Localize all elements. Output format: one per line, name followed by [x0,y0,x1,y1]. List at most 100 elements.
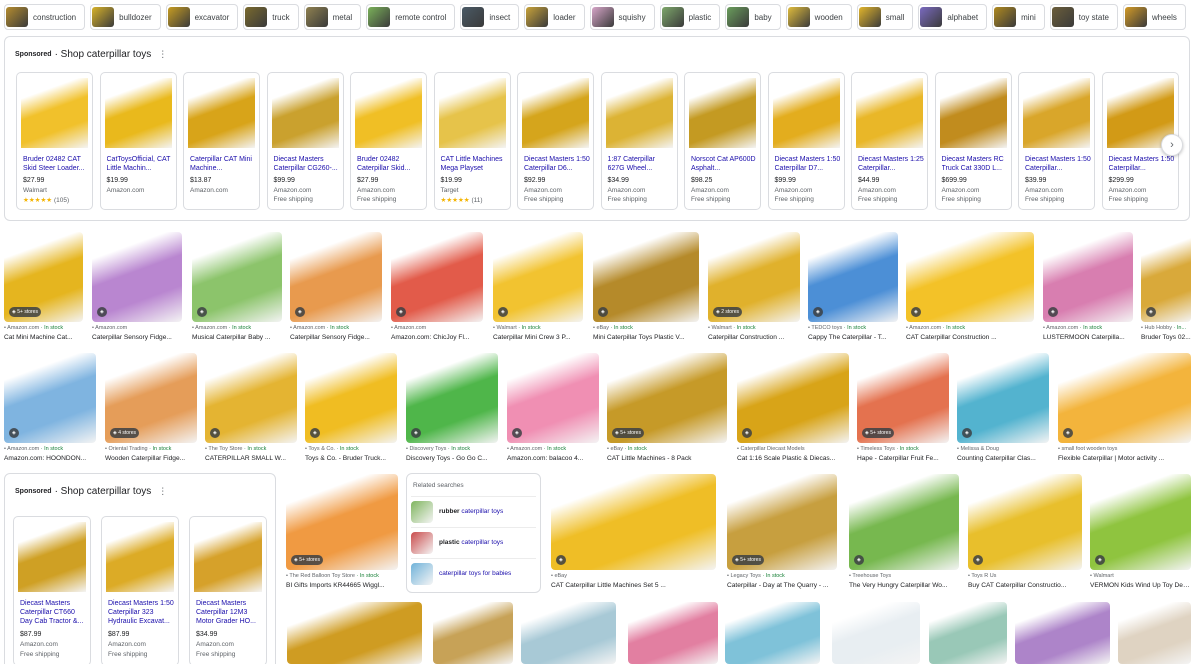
result-source: • Amazon.com [92,325,182,331]
result-caption: Caterpillar Mini Crew 3 P... [493,334,571,341]
image-result[interactable]: ◈ • Amazon.com Amazon.com: ChicJoy Fl... [391,232,483,345]
more-options-icon[interactable]: ⋮ [158,486,167,497]
image-result[interactable]: ◈ • Amazon.com · In stock Amazon.com: bala… [507,353,599,466]
filter-chip[interactable]: alphabet [918,4,988,30]
image-result[interactable] [725,602,820,664]
image-result[interactable]: ◈ 5+ stores • The Red Balloon Toy Store ·… [286,474,398,593]
filter-chip[interactable]: loader [524,4,585,30]
filter-chip[interactable]: mini [992,4,1045,30]
image-result[interactable]: ◈ • Discovery Toys · In stock Discovery To… [406,353,498,466]
filter-chip[interactable]: wooden [785,4,852,30]
image-result[interactable]: ◈ 5+ stores • Timeless Toys · In stock Hap… [857,353,949,466]
product-card[interactable]: Diecast Masters Caterpillar 12M3 Motor G… [189,516,267,664]
image-result[interactable]: ◈ • Treehouse Toys The Very Hungry Caterpi… [849,474,959,593]
product-card[interactable]: CatToysOfficial, CAT Little Machin... $19… [99,72,177,210]
product-card[interactable]: Caterpillar CAT Mini Machine... $13.87 Ama… [183,72,260,210]
product-card[interactable]: Diecast Masters 1:50 Caterpillar 323 Hyd… [101,516,179,664]
image-result[interactable]: ◈ • Walmart VERMON Kids Wind Up Toy Dec... [1090,474,1191,593]
next-arrow-button[interactable]: › [1161,134,1183,156]
image-result[interactable] [433,602,513,664]
product-card[interactable]: Diecast Masters 1:50 Caterpillar D7... $9… [767,72,845,210]
image-result[interactable]: ◈ • Caterpillar Diecast Models Cat 1:16 Sc… [737,353,849,466]
filter-chip[interactable]: bulldozer [90,4,161,30]
product-card[interactable]: Diecast Masters Caterpillar CG260-... $99… [266,72,344,210]
image-result[interactable]: ◈ 4 stores • Oriental Trading · In stock W… [105,353,197,466]
related-search-item[interactable]: rubber caterpillar toys [411,496,536,524]
image-result[interactable]: ◈ • small foot wooden toys Flexible Caterp… [1058,353,1191,466]
image-result[interactable]: ◈ 2 stores • Walmart · In stock Caterpilla… [708,232,800,345]
result-source: • Amazon.com · In stock [507,446,599,452]
image-result[interactable]: ◈ • Toys R Us Buy CAT Caterpillar Construc… [968,474,1082,593]
filter-chip[interactable]: toy state [1049,4,1118,30]
product-card[interactable]: Norscot Cat AP600D Asphalt... $98.25 Amazo… [684,72,761,210]
source-name: • Amazon.com [4,325,40,331]
result-source: • Treehouse Toys [849,573,959,579]
related-search-item[interactable]: plastic caterpillar toys [411,527,536,555]
image-result[interactable]: ◈ • Amazon.com · In stock CAT Caterpillar … [906,232,1034,345]
filter-chip[interactable]: metal [303,4,362,30]
result-caption: Caterpillar Construction ... [708,334,785,341]
product-card[interactable]: Diecast Masters 1:25 Caterpillar... $44.9… [851,72,928,210]
related-search-item[interactable]: caterpillar toys for babies [411,558,536,586]
product-card[interactable]: Diecast Masters 1:50 Caterpillar D6... $9… [517,72,594,210]
image-result[interactable]: ◈ • eBay CAT Caterpillar Little Machines S… [551,474,716,593]
result-image [433,602,513,664]
result-caption: Buy CAT Caterpillar Constructio... [968,582,1067,589]
filter-chip[interactable]: truck [243,4,299,30]
filter-chip[interactable]: baby [725,4,781,30]
result-image [628,602,718,664]
image-result[interactable] [1015,602,1110,664]
image-result[interactable]: ◈ • Amazon.com · In stock Caterpillar Sens… [290,232,382,345]
image-result[interactable]: ◈ • The Toy Store · In stock CATERPILLAR S… [205,353,297,466]
image-result[interactable]: ◈ • eBay · In stock Mini Caterpillar Toys … [593,232,699,345]
product-card[interactable]: 1:87 Caterpillar 627G Wheel... $34.99 Amaz… [600,72,678,210]
image-result[interactable]: ◈ • Amazon.com Caterpillar Sensory Fidge..… [92,232,182,345]
image-result[interactable]: ◈ • Hub Hobby · In... Bruder Toys 02... [1141,232,1191,345]
image-result[interactable] [628,602,718,664]
chip-thumbnail [787,7,810,27]
image-result[interactable] [287,602,422,664]
image-result[interactable]: ◈ 5+ stores • Amazon.com · In stock Cat Mi… [4,232,83,345]
image-result[interactable] [832,602,920,664]
product-name: Diecast Masters 1:50 Caterpillar... [1025,156,1091,172]
more-options-icon[interactable]: ⋮ [158,49,167,60]
shipping-info: Free shipping [1108,196,1148,203]
product-image [605,78,673,148]
image-result[interactable] [929,602,1007,664]
filter-chip[interactable]: insect [460,4,520,30]
image-result[interactable]: ◈ • TEDCO toys · In stock Cappy The Caterp… [808,232,898,345]
result-image: ◈ [205,353,297,443]
sponsored-panel-bottom: Sponsored · Shop caterpillar toys ⋮ Diec… [4,473,276,664]
filter-chip[interactable]: wheels [1123,4,1186,30]
shop-title: · Shop caterpillar toys [54,49,152,60]
image-result[interactable] [521,602,616,664]
image-result[interactable]: ◈ • Melissa & Doug Counting Caterpillar Cl… [957,353,1049,466]
filter-chip[interactable]: small [856,4,914,30]
product-card[interactable]: CAT Little Machines Mega Playset $19.99 Ta… [433,72,511,210]
result-image: ◈ [290,232,382,322]
product-rating: ★★★★★ (11) [441,196,483,204]
filter-chip[interactable]: plastic [659,4,721,30]
result-image: ◈ 5+ stores [607,353,727,443]
image-result[interactable]: ◈ • Amazon.com · In stock Amazon.com: HOON… [4,353,96,466]
image-result[interactable]: ◈ • Walmart · In stock Caterpillar Mini Cr… [493,232,583,345]
result-source: • Amazon.com · In stock [906,325,1034,331]
filter-chip[interactable]: remote control [366,4,456,30]
filter-chip[interactable]: excavator [165,4,239,30]
product-card[interactable]: Bruder 02482 CAT Skid Steer Loader... $27… [16,72,93,210]
filter-chip[interactable]: squishy [589,4,655,30]
image-result[interactable]: ◈ • Toys & Co. · In stock Toys & Co. - Bru… [305,353,397,466]
image-result[interactable]: ◈ • Amazon.com · In stock Musical Caterpil… [192,232,282,345]
product-card[interactable]: Diecast Masters Caterpillar CT660 Day Ca… [13,516,91,664]
image-result[interactable]: ◈ 5+ stores • Legacy Toys · In stock Cater… [727,474,837,593]
filter-chip[interactable]: construction [4,4,86,30]
image-result[interactable] [1118,602,1191,664]
product-card[interactable]: Diecast Masters 1:50 Caterpillar... $39.9… [1018,72,1095,210]
product-rating: ★★★★★ (105) [23,196,69,204]
product-card[interactable]: Diecast Masters RC Truck Cat 330D L... $6… [934,72,1012,210]
image-result[interactable]: ◈ 5+ stores • eBay · In stock CAT Little M… [607,353,727,466]
image-result[interactable]: ◈ • Amazon.com · In stock LUSTERMOON Cater… [1043,232,1133,345]
source-name: • Discovery Toys [406,446,447,452]
product-card[interactable]: Bruder 02482 Caterpillar Skid... $27.99 Am… [350,72,427,210]
product-store: Amazon.com [196,641,234,648]
